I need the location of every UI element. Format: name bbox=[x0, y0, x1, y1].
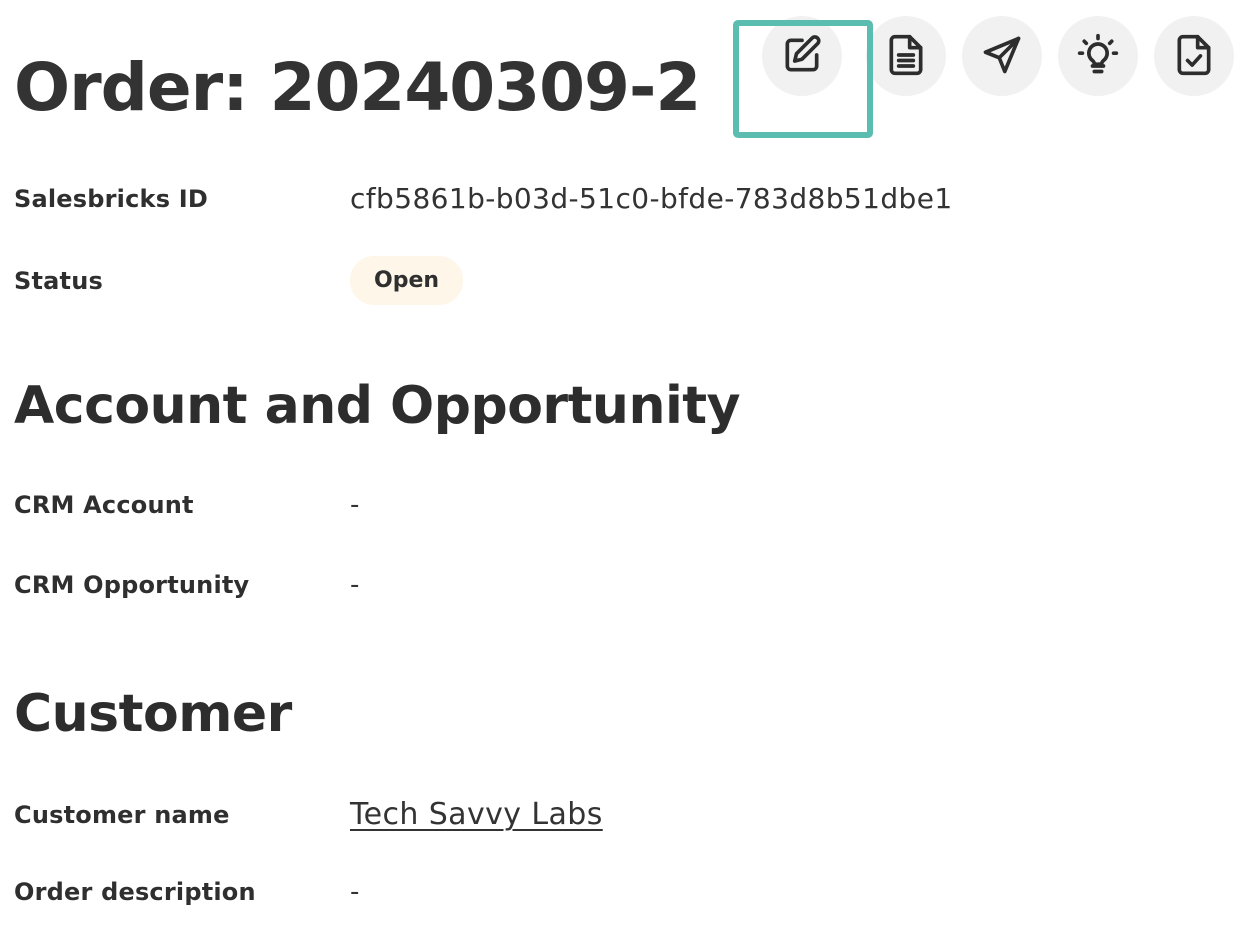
lightbulb-icon bbox=[1076, 33, 1120, 80]
approve-button[interactable] bbox=[1154, 16, 1234, 96]
salesbricks-id-row: Salesbricks ID cfb5861b-b03d-51c0-bfde-7… bbox=[14, 182, 953, 215]
status-label: Status bbox=[14, 266, 103, 295]
document-icon bbox=[884, 33, 928, 80]
status-row: Status Open bbox=[14, 256, 464, 305]
crm-opportunity-label: CRM Opportunity bbox=[14, 571, 250, 599]
order-description-label: Order description bbox=[14, 878, 256, 906]
customer-name-link[interactable]: Tech Savvy Labs bbox=[350, 797, 603, 832]
order-description-row: Order description - bbox=[14, 877, 360, 907]
crm-account-value: - bbox=[350, 490, 360, 520]
page-title: Order: 20240309-2 bbox=[14, 49, 701, 126]
customer-section-title: Customer bbox=[14, 684, 292, 744]
edit-icon bbox=[780, 33, 824, 80]
order-description-value: - bbox=[350, 877, 360, 907]
crm-opportunity-row: CRM Opportunity - bbox=[14, 570, 360, 600]
order-page: Order: 20240309-2 Salesbricks ID cfb5861… bbox=[0, 0, 1254, 932]
crm-opportunity-value: - bbox=[350, 570, 360, 600]
insights-button[interactable] bbox=[1058, 16, 1138, 96]
customer-name-label: Customer name bbox=[14, 800, 230, 829]
account-section-title: Account and Opportunity bbox=[14, 376, 741, 436]
salesbricks-id-value: cfb5861b-b03d-51c0-bfde-783d8b51dbe1 bbox=[350, 182, 953, 215]
crm-account-row: CRM Account - bbox=[14, 490, 360, 520]
send-icon bbox=[980, 33, 1024, 80]
send-button[interactable] bbox=[962, 16, 1042, 96]
customer-name-row: Customer name Tech Savvy Labs bbox=[14, 797, 603, 832]
status-badge: Open bbox=[350, 256, 464, 305]
crm-account-label: CRM Account bbox=[14, 491, 194, 519]
document-check-icon bbox=[1172, 33, 1216, 80]
edit-button[interactable] bbox=[762, 16, 842, 96]
salesbricks-id-label: Salesbricks ID bbox=[14, 184, 208, 213]
document-button[interactable] bbox=[866, 16, 946, 96]
